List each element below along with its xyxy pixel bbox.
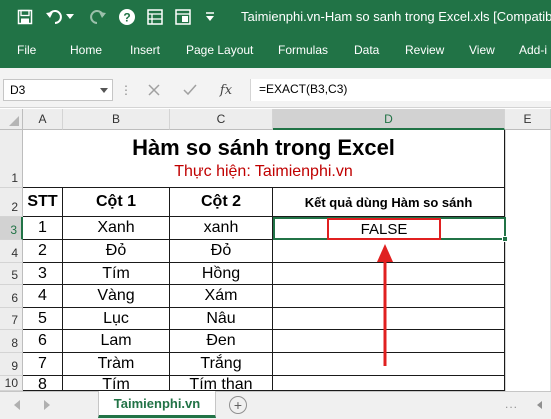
- header-result[interactable]: Kết quả dùng Hàm so sánh: [273, 188, 505, 217]
- enter-icon[interactable]: [180, 80, 200, 100]
- table-cell[interactable]: Xanh: [63, 217, 170, 240]
- table-cell[interactable]: Tím than: [170, 376, 273, 391]
- undo-icon[interactable]: [44, 6, 66, 28]
- row-header-1[interactable]: 1: [0, 130, 23, 188]
- fill-handle[interactable]: [502, 236, 508, 242]
- table-cell[interactable]: Vàng: [63, 285, 170, 308]
- tab-file[interactable]: File: [17, 43, 36, 57]
- column-header-a[interactable]: A: [23, 109, 63, 130]
- table-cell[interactable]: xanh: [170, 217, 273, 240]
- title-cell[interactable]: Hàm so sánh trong Excel Thực hiện: Taimi…: [23, 130, 505, 188]
- column-header-d[interactable]: D: [273, 109, 505, 130]
- table-cell[interactable]: [273, 240, 505, 263]
- row-header-9[interactable]: 9: [0, 353, 23, 376]
- table-cell[interactable]: [273, 353, 505, 376]
- table-cell[interactable]: 5: [23, 308, 63, 330]
- header-col2[interactable]: Cột 2: [170, 188, 273, 217]
- tab-data[interactable]: Data: [354, 43, 379, 57]
- formula-bar: D3 ⋮ fx =EXACT(B3,C3): [0, 68, 551, 108]
- table-cell[interactable]: 8: [23, 376, 63, 391]
- help-icon[interactable]: ?: [116, 6, 138, 28]
- table-cell[interactable]: 3: [23, 263, 63, 285]
- table-cell[interactable]: 7: [23, 353, 63, 376]
- scroll-right-icon[interactable]: [44, 400, 50, 410]
- table-cell[interactable]: [273, 285, 505, 308]
- row-header-5[interactable]: 5: [0, 263, 23, 285]
- row-header-7[interactable]: 7: [0, 308, 23, 330]
- table-cell[interactable]: Tím: [63, 263, 170, 285]
- add-sheet-icon[interactable]: +: [229, 396, 247, 414]
- column-header-b[interactable]: B: [63, 109, 170, 130]
- more-tabs-icon[interactable]: ...: [505, 397, 518, 411]
- sheet-subtitle: Thực hiện: Taimienphi.vn: [174, 163, 353, 180]
- row-header-10[interactable]: 10: [0, 376, 23, 391]
- table-cell[interactable]: [273, 308, 505, 330]
- row-header-4[interactable]: 4: [0, 240, 23, 263]
- row-header-3[interactable]: 3: [0, 217, 23, 240]
- table-cell[interactable]: [273, 263, 505, 285]
- name-box[interactable]: D3: [3, 79, 113, 101]
- row-header-8[interactable]: 8: [0, 330, 23, 353]
- table-cell[interactable]: Đỏ: [63, 240, 170, 263]
- column-header-e[interactable]: E: [505, 109, 551, 130]
- row-header-6[interactable]: 6: [0, 285, 23, 308]
- undo-dropdown-icon[interactable]: [64, 6, 76, 28]
- tab-insert[interactable]: Insert: [130, 43, 160, 57]
- window-title: Taimienphi.vn-Ham so sanh trong Excel.xl…: [241, 9, 551, 24]
- table-cell[interactable]: 2: [23, 240, 63, 263]
- save-icon[interactable]: [14, 6, 36, 28]
- table-cell[interactable]: 1: [23, 217, 63, 240]
- table-cell[interactable]: Đen: [170, 330, 273, 353]
- tab-page-layout[interactable]: Page Layout: [186, 43, 253, 57]
- chevron-down-icon[interactable]: [100, 88, 108, 93]
- tab-view[interactable]: View: [469, 43, 495, 57]
- scroll-left-icon[interactable]: [14, 400, 20, 410]
- table-cell[interactable]: Hồng: [170, 263, 273, 285]
- table-cell[interactable]: Trắng: [170, 353, 273, 376]
- form-icon-secondary[interactable]: [172, 6, 194, 28]
- select-all-corner[interactable]: [0, 109, 23, 130]
- table-cell[interactable]: Đỏ: [170, 240, 273, 263]
- tab-formulas[interactable]: Formulas: [278, 43, 328, 57]
- ribbon-tabs: File Home Insert Page Layout Formulas Da…: [0, 34, 551, 68]
- cancel-icon[interactable]: [144, 80, 164, 100]
- tab-add-ins[interactable]: Add-i: [519, 43, 547, 57]
- sheet-tab-bar: Taimienphi.vn + ...: [0, 391, 551, 419]
- column-header-c[interactable]: C: [170, 109, 273, 130]
- table-cell[interactable]: Lục: [63, 308, 170, 330]
- header-col1[interactable]: Cột 1: [63, 188, 170, 217]
- sheet-title: Hàm so sánh trong Excel: [132, 135, 395, 160]
- header-stt[interactable]: STT: [23, 188, 63, 217]
- table-cell[interactable]: Tràm: [63, 353, 170, 376]
- title-bar: ? Taimienphi.vn-Ham so sanh trong Excel.…: [0, 0, 551, 34]
- table-cell[interactable]: [273, 376, 505, 391]
- select-all-icon: [9, 116, 19, 126]
- hscroll-left-icon[interactable]: [537, 401, 542, 409]
- form-icon[interactable]: [144, 6, 166, 28]
- table-cell[interactable]: Lam: [63, 330, 170, 353]
- insert-function-icon[interactable]: fx: [216, 80, 236, 100]
- redo-icon[interactable]: [86, 6, 108, 28]
- formula-input[interactable]: =EXACT(B3,C3): [250, 79, 551, 101]
- table-cell[interactable]: Tím: [63, 376, 170, 391]
- result-false-highlight: FALSE: [327, 218, 441, 240]
- svg-text:?: ?: [123, 11, 130, 25]
- tab-review[interactable]: Review: [405, 43, 444, 57]
- formula-bar-grip-icon[interactable]: ⋮: [120, 83, 132, 97]
- customize-qat-icon[interactable]: [200, 6, 220, 28]
- sheet-tab-active[interactable]: Taimienphi.vn: [98, 391, 216, 418]
- gridline: [505, 130, 506, 391]
- table-cell[interactable]: 4: [23, 285, 63, 308]
- table-cell[interactable]: Nâu: [170, 308, 273, 330]
- tab-home[interactable]: Home: [70, 43, 102, 57]
- row-header-2[interactable]: 2: [0, 188, 23, 217]
- table-cell[interactable]: 6: [23, 330, 63, 353]
- table-cell[interactable]: Xám: [170, 285, 273, 308]
- table-cell[interactable]: [273, 330, 505, 353]
- name-box-value: D3: [10, 83, 26, 97]
